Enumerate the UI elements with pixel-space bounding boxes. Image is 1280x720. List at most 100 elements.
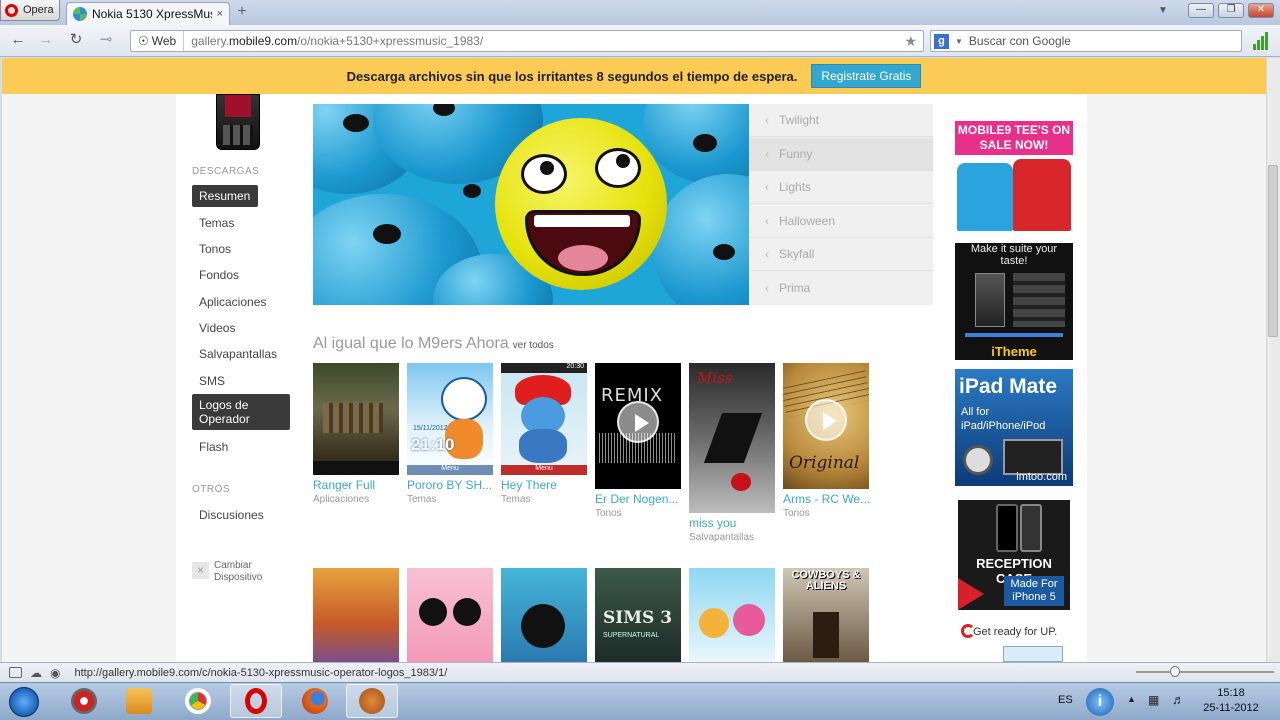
item-thumbnail[interactable]: REMIX: [595, 363, 681, 489]
list-item[interactable]: [501, 568, 587, 662]
ad-get-ready-up[interactable]: Get ready for UP.: [955, 618, 1073, 662]
play-icon[interactable]: [805, 399, 847, 441]
sidebar-item-videos[interactable]: Videos: [192, 317, 290, 339]
panel-toggle-icon[interactable]: [9, 667, 22, 678]
google-icon[interactable]: g: [934, 33, 949, 49]
minimize-button[interactable]: —: [1188, 3, 1214, 18]
forward-arrow-icon[interactable]: →: [36, 31, 56, 51]
sidebar-item-flash[interactable]: Flash: [192, 436, 290, 458]
search-box[interactable]: g ▼ Buscar con Google: [930, 30, 1242, 52]
list-item[interactable]: [407, 568, 493, 662]
url-text[interactable]: gallery.mobile9.com/o/nokia+5130+xpressm…: [184, 34, 904, 48]
list-item[interactable]: Original Arms - RC We... Tonos: [783, 363, 869, 519]
taskbar-app-hand[interactable]: [346, 684, 398, 718]
register-button[interactable]: Registrate Gratis: [811, 64, 922, 88]
list-item[interactable]: Miss miss you Salvapantallas: [689, 363, 775, 543]
scrollbar-thumb[interactable]: [1268, 165, 1278, 337]
tray-expand-icon[interactable]: ▲: [1127, 694, 1136, 704]
change-device-link[interactable]: Cambiar Dispositivo: [214, 560, 274, 584]
language-indicator[interactable]: ES: [1058, 694, 1073, 706]
sidebar-item-resumen[interactable]: Resumen: [192, 185, 258, 207]
zoom-slider-knob[interactable]: [1170, 666, 1180, 677]
ad-reception-case[interactable]: RECEPTION CASE Made For iPhone 5: [958, 500, 1070, 610]
system-clock[interactable]: 15:18 25-11-2012: [1200, 686, 1262, 716]
list-item[interactable]: REMIX Er Der Nogen... Tonos: [595, 363, 681, 519]
featured-item-skyfall[interactable]: ‹ Skyfall: [749, 238, 933, 271]
web-badge[interactable]: ☉ Web: [131, 31, 185, 51]
tab-list-chevron-icon[interactable]: ▼: [1158, 5, 1168, 16]
cloud-icon[interactable]: ☁: [30, 666, 42, 680]
featured-item-halloween[interactable]: ‹ Halloween: [749, 205, 933, 238]
item-title[interactable]: Hey There: [501, 478, 587, 492]
sidebar-item-salvapantallas[interactable]: Salvapantallas: [192, 343, 290, 365]
item-thumbnail[interactable]: [689, 568, 775, 662]
ad-itheme[interactable]: Make it suite your taste! iTheme: [955, 243, 1073, 360]
change-device-icon[interactable]: ×: [192, 562, 209, 579]
item-title[interactable]: Pororo BY SH...: [407, 478, 493, 492]
item-thumbnail[interactable]: [313, 363, 399, 475]
sidebar-item-fondos[interactable]: Fondos: [192, 264, 290, 286]
item-thumbnail[interactable]: Original: [783, 363, 869, 489]
play-icon[interactable]: [617, 401, 659, 443]
key-icon[interactable]: ⊸: [96, 31, 116, 51]
sidebar-item-aplicaciones[interactable]: Aplicaciones: [192, 291, 290, 313]
opera-menu-button[interactable]: Opera: [0, 0, 60, 21]
item-thumbnail[interactable]: 15/11/2012 21:10 Menu: [407, 363, 493, 475]
item-thumbnail[interactable]: [407, 568, 493, 662]
list-item[interactable]: Ranger Full Aplicaciones: [313, 363, 399, 505]
view-all-link[interactable]: ver todos: [513, 340, 554, 351]
item-thumbnail[interactable]: SIMS 3 SUPERNATURAL: [595, 568, 681, 662]
list-item[interactable]: [689, 568, 775, 662]
taskbar-media-player[interactable]: [113, 684, 165, 718]
list-item[interactable]: COWBOYS & ALIENS: [783, 568, 869, 662]
volume-icon[interactable]: ♬: [1172, 692, 1185, 707]
search-engine-chevron-icon[interactable]: ▼: [955, 37, 963, 46]
featured-item-lights[interactable]: ‹ Lights: [749, 171, 933, 204]
item-thumbnail[interactable]: [501, 568, 587, 662]
sidebar-item-discusiones[interactable]: Discusiones: [192, 504, 290, 526]
start-button[interactable]: [4, 684, 44, 720]
item-title[interactable]: miss you: [689, 516, 775, 530]
item-thumbnail[interactable]: 20:30 Menu: [501, 363, 587, 475]
ad-tees[interactable]: MOBILE9 TEE'S ON SALE NOW!: [955, 121, 1073, 233]
sidebar-item-logos-de-operador[interactable]: Logos de Operador: [192, 394, 290, 430]
taskbar-chrome[interactable]: [172, 684, 224, 718]
taskbar-firefox[interactable]: [289, 684, 341, 718]
zoom-slider[interactable]: [1136, 671, 1274, 673]
ad-ipad-mate[interactable]: iPad Mate All for iPad/iPhone/iPod imtoo…: [955, 369, 1073, 486]
reload-icon[interactable]: ↻: [66, 31, 86, 51]
vertical-scrollbar[interactable]: [1266, 58, 1280, 662]
help-icon[interactable]: i: [1086, 688, 1114, 716]
item-thumbnail[interactable]: [313, 568, 399, 662]
tab-active[interactable]: Nokia 5130 XpressMusi... ×: [66, 2, 230, 25]
new-tab-button[interactable]: +: [234, 4, 250, 21]
sidebar-item-temas[interactable]: Temas: [192, 212, 290, 234]
tab-close-icon[interactable]: ×: [217, 8, 223, 20]
taskbar-opera[interactable]: [230, 684, 282, 718]
list-item[interactable]: 15/11/2012 21:10 Menu Pororo BY SH... Te…: [407, 363, 493, 505]
item-title[interactable]: Ranger Full: [313, 478, 399, 492]
list-item[interactable]: [313, 568, 399, 662]
featured-banner-image[interactable]: [313, 104, 749, 305]
featured-item-prima[interactable]: ‹ Prima: [749, 272, 933, 305]
sidebar-item-sms[interactable]: SMS: [192, 370, 290, 392]
item-thumbnail[interactable]: Miss: [689, 363, 775, 513]
address-bar[interactable]: ☉ Web gallery.mobile9.com/o/nokia+5130+x…: [130, 30, 924, 52]
sidebar-item-tonos[interactable]: Tonos: [192, 238, 290, 260]
item-title[interactable]: Er Der Nogen...: [595, 492, 681, 506]
network-icon[interactable]: ▦: [1148, 693, 1159, 707]
featured-item-twilight[interactable]: ‹ Twilight: [749, 104, 933, 137]
opera-turbo-signal-icon[interactable]: [1253, 32, 1271, 50]
featured-item-funny[interactable]: ‹ Funny: [749, 138, 933, 171]
restore-button[interactable]: ❐: [1218, 3, 1244, 18]
list-item[interactable]: 20:30 Menu Hey There Temas: [501, 363, 587, 505]
windows-logo-icon: [9, 687, 39, 717]
back-arrow-icon[interactable]: ←: [8, 31, 28, 51]
item-title[interactable]: Arms - RC We...: [783, 492, 869, 506]
speed-dial-icon[interactable]: ◉: [50, 666, 60, 680]
list-item[interactable]: SIMS 3 SUPERNATURAL: [595, 568, 681, 662]
item-thumbnail[interactable]: COWBOYS & ALIENS: [783, 568, 869, 662]
close-window-button[interactable]: ✕: [1248, 3, 1274, 18]
bookmark-star-icon[interactable]: ★: [904, 33, 923, 50]
taskbar-app-1[interactable]: [58, 684, 110, 718]
